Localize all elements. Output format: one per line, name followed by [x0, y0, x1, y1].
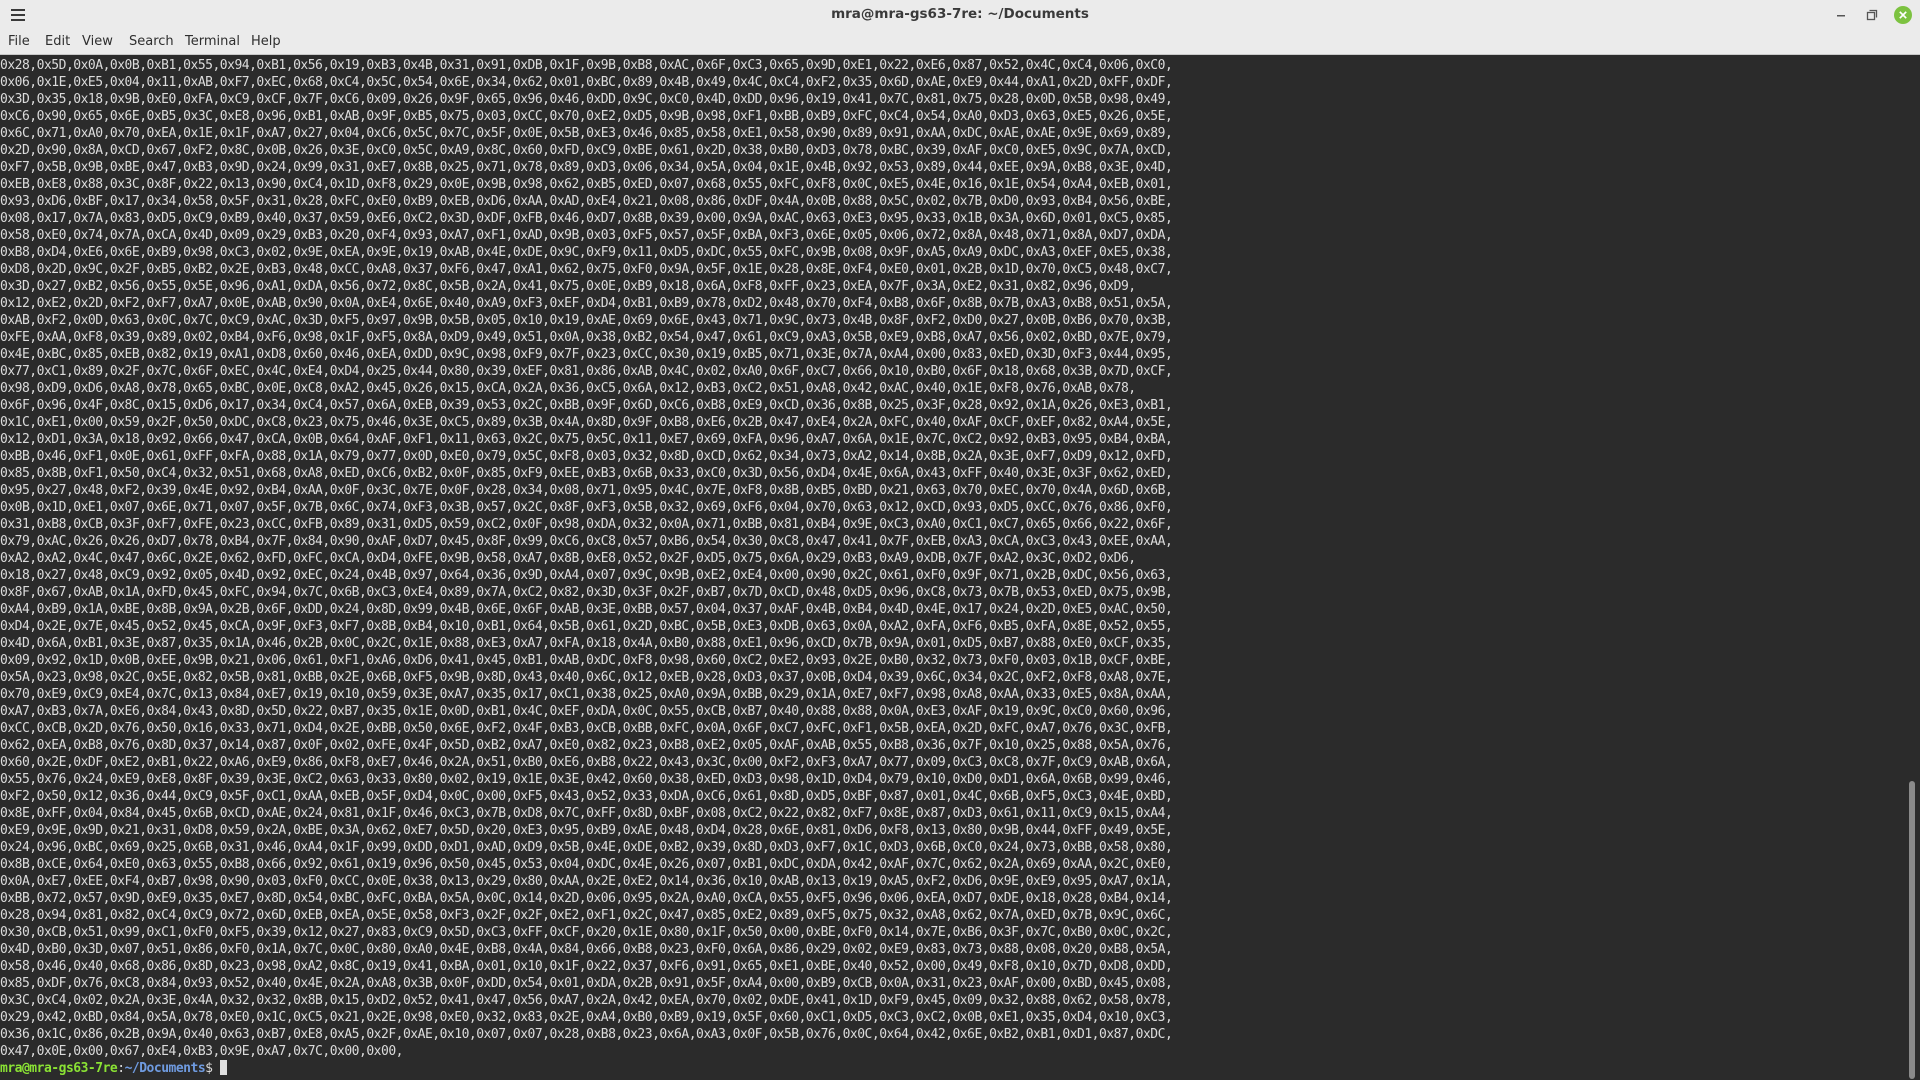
- terminal-line: 0xC6,0x90,0x65,0x6E,0xB5,0x3C,0xE8,0x96,…: [0, 109, 1173, 124]
- terminal-line: 0x0A,0xE7,0xEE,0xF4,0xB7,0x98,0x90,0x03,…: [0, 874, 1173, 889]
- terminal-line: 0x6F,0x96,0x4F,0x8C,0x15,0xD6,0x17,0x34,…: [0, 398, 1173, 413]
- terminal-output: 0x28,0x5D,0x0A,0x0B,0xB1,0x55,0x94,0xB1,…: [0, 57, 1173, 1060]
- terminal-line: 0x2D,0x90,0x8A,0xCD,0x67,0xF2,0x8C,0x0B,…: [0, 143, 1173, 158]
- window-title: mra@mra-gs63-7re: ~/Documents: [831, 6, 1089, 22]
- terminal-line: 0x4D,0xB0,0x3D,0x07,0x51,0x86,0xF0,0x1A,…: [0, 942, 1173, 957]
- terminal-line: 0xBB,0x46,0xF1,0x0E,0x61,0xFF,0xFA,0x88,…: [0, 449, 1173, 464]
- maximize-icon: [1866, 9, 1878, 21]
- terminal-line: 0x36,0x1C,0x86,0x2B,0x9A,0x40,0x63,0xB7,…: [0, 1027, 1173, 1042]
- terminal-line: 0x70,0xE9,0xC9,0xE4,0x7C,0x13,0x84,0xE7,…: [0, 687, 1173, 702]
- terminal-line: 0x18,0x27,0x48,0xC9,0x92,0x05,0x4D,0x92,…: [0, 568, 1173, 583]
- menu-search[interactable]: Search: [129, 30, 174, 54]
- menu-file[interactable]: File: [8, 30, 30, 54]
- terminal-line: 0xA7,0xB3,0x7A,0xE6,0x84,0x43,0x8D,0x5D,…: [0, 704, 1173, 719]
- terminal-line: 0xAB,0xF2,0x0D,0x63,0x0C,0x7C,0xC9,0xAC,…: [0, 313, 1173, 328]
- minimize-icon: [1837, 15, 1845, 17]
- terminal-line: 0x3D,0x35,0x18,0x9B,0xE0,0xFA,0xC9,0xCF,…: [0, 92, 1173, 107]
- terminal-line: 0x1C,0xE1,0x00,0x59,0x2F,0x50,0xDC,0xC8,…: [0, 415, 1173, 430]
- terminal-line: 0xD4,0x2E,0x7E,0x45,0x52,0x45,0xCA,0x9F,…: [0, 619, 1173, 634]
- terminal-line: 0xE9,0x9E,0x9D,0x21,0x31,0xD8,0x59,0x2A,…: [0, 823, 1173, 838]
- terminal-window: mra@mra-gs63-7re: ~/Documents File Edit …: [0, 0, 1920, 1080]
- terminal-line: 0x62,0xEA,0xB8,0x76,0x8D,0x37,0x14,0x87,…: [0, 738, 1173, 753]
- minimize-button[interactable]: [1831, 5, 1851, 25]
- terminal-line: 0x8B,0xCE,0x64,0xE0,0x63,0x55,0xB8,0x66,…: [0, 857, 1173, 872]
- terminal-line: 0x28,0x94,0x81,0x82,0xC4,0xC9,0x72,0x6D,…: [0, 908, 1173, 923]
- terminal-line: 0x12,0xE2,0x2D,0xF2,0xF7,0xA7,0x0E,0xAB,…: [0, 296, 1173, 311]
- menu-help[interactable]: Help: [251, 30, 281, 54]
- prompt-path: ~/Documents: [124, 1061, 206, 1076]
- terminal-line: 0x28,0x5D,0x0A,0x0B,0xB1,0x55,0x94,0xB1,…: [0, 58, 1173, 73]
- terminal-line: 0x85,0xDF,0x76,0xC8,0x84,0x93,0x52,0x40,…: [0, 976, 1173, 991]
- terminal-line: 0x8E,0xFF,0x04,0x84,0x45,0x6B,0xCD,0xAE,…: [0, 806, 1173, 821]
- terminal-line: 0xA2,0xA2,0x4C,0x47,0x6C,0x2E,0x62,0xFD,…: [0, 551, 1136, 566]
- prompt-symbol: $: [205, 1061, 220, 1076]
- terminal-line: 0x08,0x17,0x7A,0x83,0xD5,0xC9,0xB9,0x40,…: [0, 211, 1173, 226]
- terminal-line: 0x93,0xD6,0xBF,0x17,0x34,0x58,0x5F,0x31,…: [0, 194, 1173, 209]
- terminal-line: 0x95,0x27,0x48,0xF2,0x39,0x4E,0x92,0xB4,…: [0, 483, 1173, 498]
- terminal-line: 0x3D,0x27,0xB2,0x56,0x55,0x5E,0x96,0xA1,…: [0, 279, 1136, 294]
- maximize-button[interactable]: [1861, 5, 1881, 25]
- terminal-line: 0x58,0x46,0x40,0x68,0x86,0x8D,0x23,0x98,…: [0, 959, 1173, 974]
- terminal-line: 0xB8,0xD4,0xE6,0x6E,0xB9,0x98,0xC3,0x02,…: [0, 245, 1173, 260]
- terminal-line: 0x79,0xAC,0x26,0x26,0xD7,0x78,0xB4,0x7F,…: [0, 534, 1173, 549]
- terminal-line: 0x0B,0x1D,0xE1,0x07,0x6E,0x71,0x07,0x5F,…: [0, 500, 1173, 515]
- menu-bar: File Edit View Search Terminal Help: [0, 30, 1920, 55]
- prompt-user: mra@mra-gs63-7re: [0, 1061, 118, 1076]
- terminal-line: 0x09,0x92,0x1D,0x0B,0xEE,0x9B,0x21,0x06,…: [0, 653, 1173, 668]
- close-icon: [1894, 6, 1912, 24]
- terminal-line: 0x47,0x0E,0x00,0x67,0xE4,0xB3,0x9E,0xA7,…: [0, 1044, 403, 1059]
- terminal-line: 0xF2,0x50,0x12,0x36,0x44,0xC9,0x5F,0xC1,…: [0, 789, 1173, 804]
- terminal-line: 0x4D,0x6A,0xB1,0x3E,0x87,0x35,0x1A,0x46,…: [0, 636, 1173, 651]
- terminal-line: 0xF7,0x5B,0x9B,0xBE,0x47,0xB3,0x9D,0x24,…: [0, 160, 1173, 175]
- terminal-line: 0x3C,0xC4,0x02,0x2A,0x3E,0x4A,0x32,0x32,…: [0, 993, 1173, 1008]
- terminal-line: 0x6C,0x71,0xA0,0x70,0xEA,0x1E,0x1F,0xA7,…: [0, 126, 1173, 141]
- terminal-line: 0xD8,0x2D,0x9C,0x2F,0xB5,0xB2,0x2E,0xB3,…: [0, 262, 1173, 277]
- terminal-line: 0x8F,0x67,0xAB,0x1A,0xFD,0x45,0xFC,0x94,…: [0, 585, 1173, 600]
- terminal-line: 0x55,0x76,0x24,0xE9,0xE8,0x8F,0x39,0x3E,…: [0, 772, 1173, 787]
- terminal-output-area[interactable]: 0x28,0x5D,0x0A,0x0B,0xB1,0x55,0x94,0xB1,…: [0, 56, 1904, 1080]
- menu-terminal[interactable]: Terminal: [185, 30, 240, 54]
- terminal-line: 0x29,0x42,0xBD,0x84,0x5A,0x78,0xE0,0x1C,…: [0, 1010, 1173, 1025]
- close-button[interactable]: [1893, 5, 1913, 25]
- terminal-line: 0x98,0xD9,0xD6,0xA8,0x78,0x65,0xBC,0x0E,…: [0, 381, 1136, 396]
- text-cursor: [219, 1060, 227, 1075]
- terminal-line: 0xA4,0xB9,0x1A,0xBE,0x8B,0x9A,0x2B,0x6F,…: [0, 602, 1173, 617]
- vertical-scrollbar[interactable]: [1904, 56, 1920, 1080]
- terminal-line: 0x06,0x1E,0xE5,0x04,0x11,0xAB,0xF7,0xEC,…: [0, 75, 1173, 90]
- terminal-line: 0x77,0xC1,0x89,0x2F,0x7C,0x6F,0xEC,0x4C,…: [0, 364, 1173, 379]
- terminal-line: 0x24,0x96,0xBC,0x69,0x25,0x6B,0x31,0x46,…: [0, 840, 1173, 855]
- hamburger-menu-icon[interactable]: [10, 7, 28, 23]
- terminal-line: 0x58,0xE0,0x74,0x7A,0xCA,0x4D,0x09,0x29,…: [0, 228, 1173, 243]
- terminal-line: 0x12,0xD1,0x3A,0x18,0x92,0x66,0x47,0xCA,…: [0, 432, 1173, 447]
- scrollbar-thumb[interactable]: [1909, 781, 1915, 1079]
- menu-view[interactable]: View: [82, 30, 113, 54]
- terminal-line: 0xFE,0xAA,0xF8,0x39,0x89,0x02,0xB4,0xF6,…: [0, 330, 1173, 345]
- terminal-line: 0x85,0x8B,0xF1,0x50,0xC4,0x32,0x51,0x68,…: [0, 466, 1173, 481]
- terminal-line: 0x4E,0xBC,0x85,0xEB,0x82,0x19,0xA1,0xD8,…: [0, 347, 1173, 362]
- prompt-separator: :: [117, 1061, 125, 1076]
- terminal-line: 0x30,0xCB,0x51,0x99,0xC1,0xF0,0xF5,0x39,…: [0, 925, 1173, 940]
- shell-prompt[interactable]: mra@mra-gs63-7re:~/Documents$: [0, 1060, 227, 1077]
- terminal-line: 0x5A,0x23,0x98,0x2C,0x5E,0x82,0x5B,0x81,…: [0, 670, 1173, 685]
- terminal-line: 0x60,0x2E,0xDF,0xE2,0xB1,0x22,0xA6,0xE9,…: [0, 755, 1173, 770]
- menu-edit[interactable]: Edit: [45, 30, 70, 54]
- terminal-line: 0xCC,0xCB,0x2D,0x76,0x50,0x16,0x33,0x71,…: [0, 721, 1173, 736]
- title-bar[interactable]: mra@mra-gs63-7re: ~/Documents: [0, 0, 1920, 30]
- terminal-line: 0x31,0xB8,0xCB,0x3F,0xF7,0xFE,0x23,0xCC,…: [0, 517, 1173, 532]
- terminal-line: 0xBB,0x72,0x57,0x9D,0xE9,0x35,0xE7,0x8D,…: [0, 891, 1173, 906]
- terminal-line: 0xEB,0xE8,0x88,0x3C,0x8F,0x22,0x13,0x90,…: [0, 177, 1173, 192]
